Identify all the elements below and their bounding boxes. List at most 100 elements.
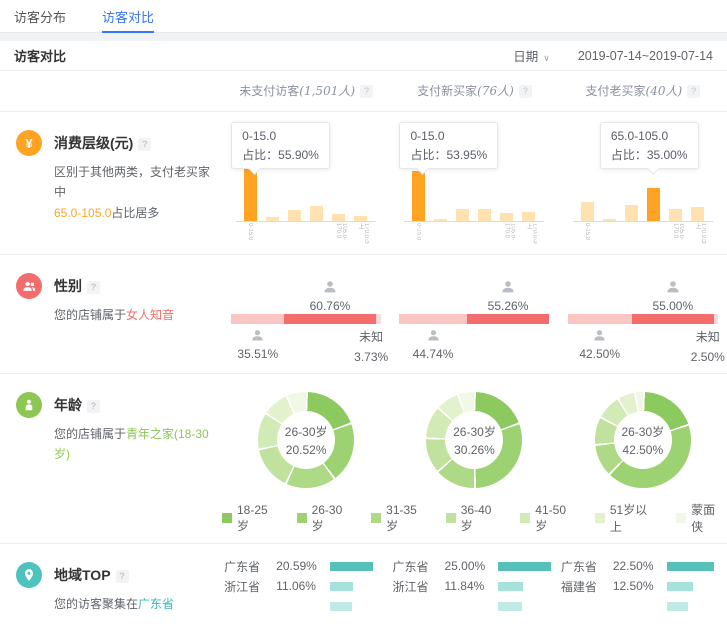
help-icon[interactable]: ? [360,85,373,98]
male-bar-segment [568,314,632,324]
row-title: 消费层级(元)? [54,130,214,153]
help-icon[interactable]: ? [87,400,100,413]
bar-segment [310,206,323,221]
donut-center-label: 26-30岁30.26% [445,411,503,469]
unknown-bar-segment [376,314,382,324]
legend-label: 蒙面侠 [691,501,727,535]
x-axis-label: 105.0-170.0 [672,223,684,244]
age-donut-new-buyers[interactable]: 26-30岁30.26% [426,392,522,488]
gender-stacked-bar [399,314,549,324]
legend-swatch [595,513,605,523]
province-name: 广东省 [392,558,438,575]
x-axis-label: 105.0-170.0 [335,223,347,244]
province-percent: 20.59% [276,559,324,573]
tab-visitor-distribution[interactable]: 访客分布 [14,0,66,32]
province-bar [667,602,688,611]
consume-bar-chart-new-buyers[interactable]: 0-15.0占比：53.95% 0-15.0 105.0-170.0 170.0以上 [399,122,549,246]
help-icon[interactable]: ? [519,85,532,98]
province-percent: 22.50% [613,559,661,573]
bar-segment [500,213,513,221]
province-bar [498,562,551,571]
help-icon[interactable]: ? [116,570,129,583]
tab-visitor-compare[interactable]: 访客对比 [102,0,154,32]
bar-segment [647,188,660,221]
legend-label: 26-30岁 [312,503,355,534]
male-stat: 42.50% [565,328,635,361]
chevron-down-icon: ∨ [543,53,550,63]
x-axis-label: 105.0-170.0 [503,223,515,244]
legend-label: 41-50岁 [535,503,578,534]
unknown-stat: 未知2.50% [682,328,727,366]
donut-center-label: 26-30岁42.50% [614,411,672,469]
province-bar [498,582,523,591]
region-list-new-buyers: 广东省 25.00% 浙江省11.84% [392,556,556,616]
row-description: 您的店铺属于女人知音 [54,305,174,325]
age-donut-old-buyers[interactable]: 26-30岁42.50% [595,392,691,488]
date-type-dropdown[interactable]: 日期 ∨ [513,46,550,65]
region-row: 广东省22.50% [561,556,725,576]
date-type-label: 日期 [513,50,538,64]
bar-segment [691,207,704,221]
column-header-row: 未支付访客1,501人? 支付新买家76人? 支付老买家40人? [0,71,727,112]
region-row [224,596,388,616]
region-row [561,596,725,616]
column-name: 支付新买家 [417,84,477,98]
gender-chart-unpaid[interactable]: 60.76%35.51%未知3.73% [231,277,381,365]
help-icon[interactable]: ? [138,138,151,151]
help-icon[interactable]: ? [687,85,700,98]
legend-label: 18-25岁 [237,503,280,534]
legend-label: 31-35岁 [386,503,429,534]
male-icon [250,332,265,346]
section-gender: 性别? 您的店铺属于女人知音 60.76%35.51%未知3.73% 55.26… [0,255,727,374]
legend-swatch [297,513,307,523]
date-range-picker[interactable]: 2019-07-14~2019-07-14 [578,49,713,63]
bar-segment [581,202,594,221]
section-age: 年龄? 您的店铺属于青年之家(18-30岁) 26-30岁20.52% 26-3… [0,374,727,544]
age-donut-unpaid[interactable]: 26-30岁20.52% [258,392,354,488]
donut-center-label: 26-30岁20.52% [277,411,335,469]
column-count: 40人 [646,84,683,98]
province-bar [667,582,693,591]
male-icon [426,332,441,346]
province-bar [330,582,353,591]
row-title: 年龄? [54,392,214,415]
desc-highlight: 广东省 [138,597,174,611]
column-header-new-buyers: 支付新买家76人? [390,82,558,99]
people-icon [16,273,42,299]
province-name: 福建省 [561,578,607,595]
chart-tooltip: 0-15.0占比：53.95% [399,122,498,169]
row-title: 地域TOP? [54,562,174,585]
legend-item: 蒙面侠 [676,501,727,535]
region-list-old-buyers: 广东省22.50%福建省12.50% [561,556,725,616]
page-title: 访客对比 [14,46,66,65]
female-stat: 60.76% [295,279,365,313]
help-icon[interactable]: ? [87,281,100,294]
gender-stacked-bar [568,314,718,324]
column-count: 1,501人 [299,84,355,98]
male-icon [592,332,607,346]
x-axis-label: 170.0以上 [525,223,537,244]
desc-highlight: 65.0-105.0 [54,206,111,220]
female-icon [322,284,338,298]
legend-swatch [676,513,686,523]
legend-item: 36-40岁 [446,503,504,534]
bar-segment [244,169,257,221]
consume-bar-chart-old-buyers[interactable]: 65.0-105.0占比：35.00% 0-15.0105.0-170.0170… [568,122,718,246]
legend-swatch [371,513,381,523]
chart-tooltip: 65.0-105.0占比：35.00% [600,122,699,169]
x-axis-label: 0-15.0 [415,223,421,240]
female-bar-segment [467,314,550,324]
province-name: 浙江省 [224,578,270,595]
gender-chart-new-buyers[interactable]: 55.26%44.74% [399,277,549,365]
region-row: 浙江省11.06% [224,576,388,596]
region-row: 浙江省11.84% [392,576,556,596]
yuan-icon: ¥ [16,130,42,156]
x-axis-label: 0-15.0 [584,223,590,240]
region-row: 广东省20.59% [224,556,388,576]
province-percent: 25.00% [444,559,492,573]
gender-chart-old-buyers[interactable]: 55.00%42.50%未知2.50% [568,277,718,365]
chart-tooltip: 0-15.0占比：55.90% [231,122,330,169]
legend-swatch [520,513,530,523]
bar-segment [625,205,638,221]
consume-bar-chart-unpaid[interactable]: 0-15.0占比：55.90% 0-15.0105.0-170.0170.0以上 [231,122,381,246]
